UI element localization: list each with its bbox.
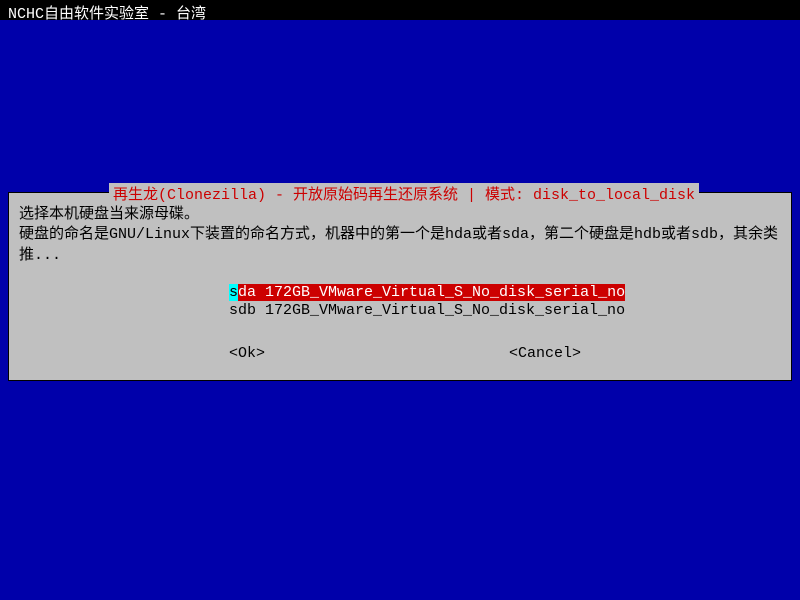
dialog-body: 选择本机硬盘当来源母碟。 硬盘的命名是GNU/Linux下装置的命名方式，机器中… (19, 205, 781, 368)
button-row: <Ok> <Cancel> (19, 344, 781, 368)
ok-button[interactable]: <Ok> (229, 344, 265, 364)
disk-item-sda[interactable]: sda 172GB_VMware_Virtual_S_No_disk_seria… (229, 284, 781, 302)
header-bar: NCHC自由软件实验室 - 台湾 (0, 0, 800, 20)
dialog-title: 再生龙(Clonezilla) - 开放原始码再生还原系统 | 模式: disk… (109, 183, 699, 204)
dialog-container: 再生龙(Clonezilla) - 开放原始码再生还原系统 | 模式: disk… (8, 192, 792, 381)
disk-list: sda 172GB_VMware_Virtual_S_No_disk_seria… (229, 284, 781, 320)
description-line-1: 选择本机硬盘当来源母碟。 (19, 205, 781, 225)
disk-sda-firstchar: s (229, 284, 238, 301)
dialog-border: 再生龙(Clonezilla) - 开放原始码再生还原系统 | 模式: disk… (8, 192, 792, 381)
description-line-2: 硬盘的命名是GNU/Linux下装置的命名方式，机器中的第一个是hda或者sda… (19, 225, 781, 266)
cancel-button[interactable]: <Cancel> (509, 344, 581, 364)
dialog-description: 选择本机硬盘当来源母碟。 硬盘的命名是GNU/Linux下装置的命名方式，机器中… (19, 205, 781, 266)
disk-item-sdb[interactable]: sdb 172GB_VMware_Virtual_S_No_disk_seria… (229, 302, 781, 320)
disk-sda-rest: da 172GB_VMware_Virtual_S_No_disk_serial… (238, 284, 625, 301)
header-title: NCHC自由软件实验室 - 台湾 (8, 6, 206, 23)
disk-sdb-text: sdb 172GB_VMware_Virtual_S_No_disk_seria… (229, 302, 625, 319)
